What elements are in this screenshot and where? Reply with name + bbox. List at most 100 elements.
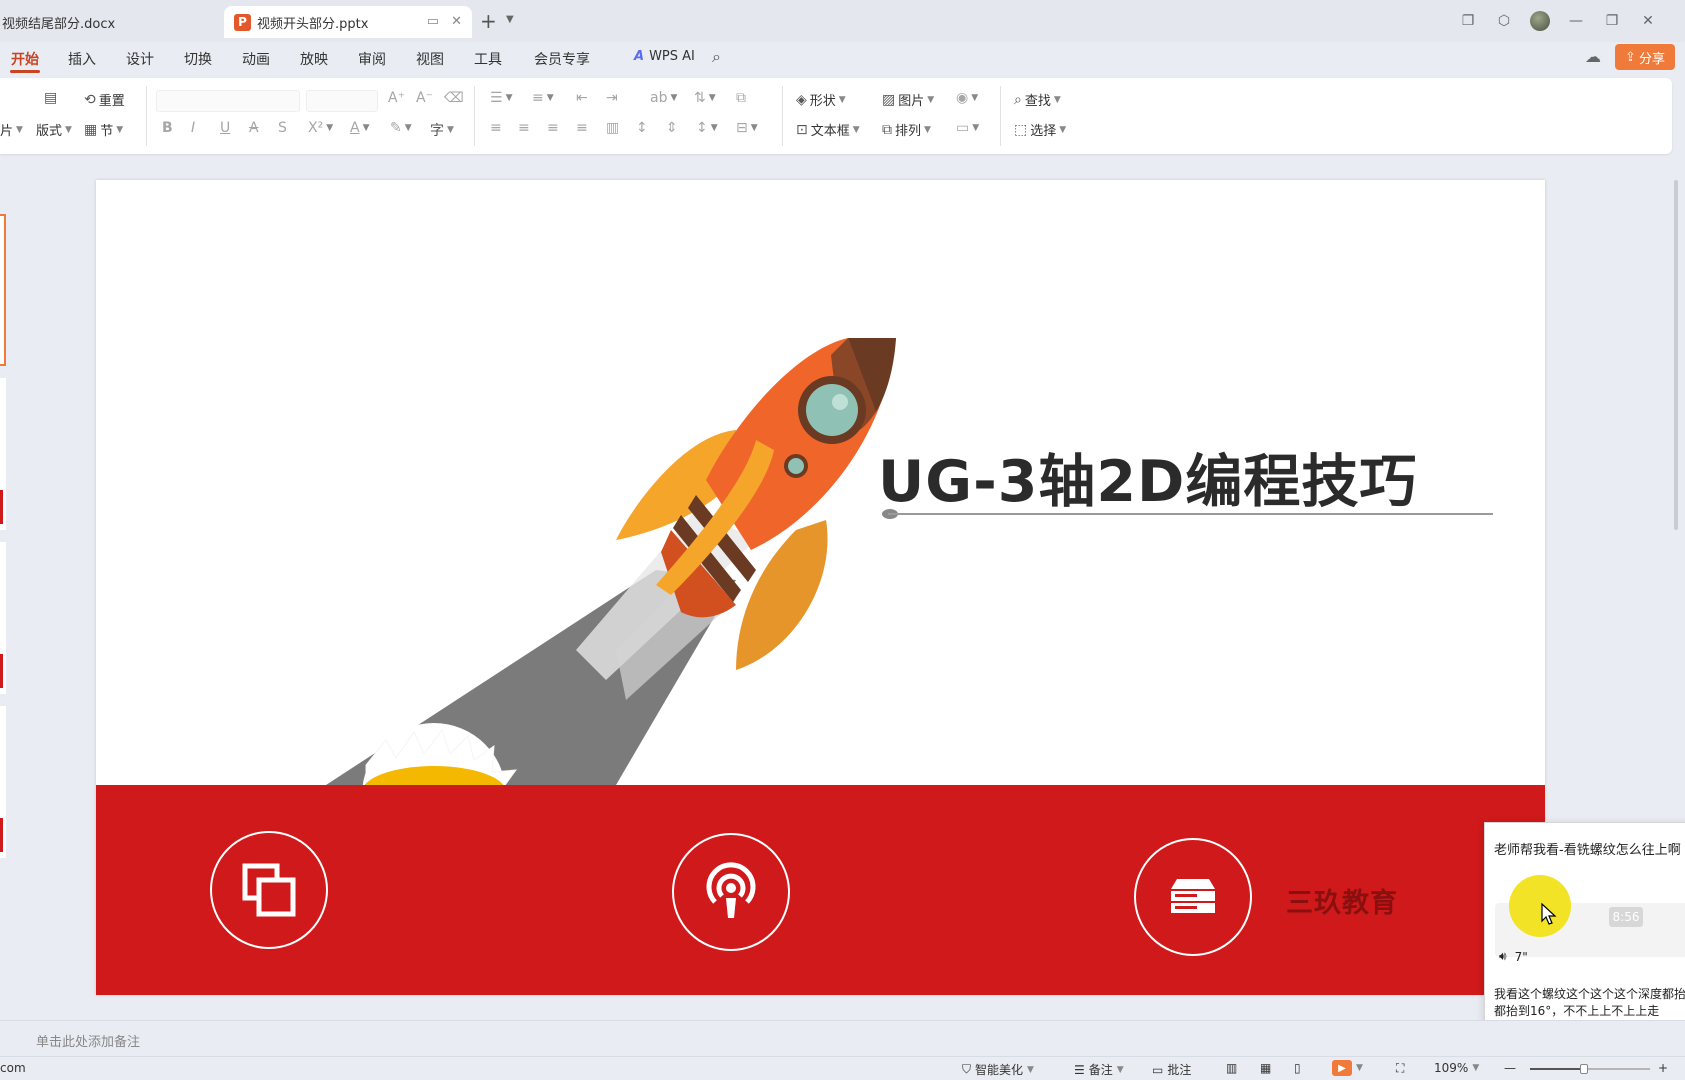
zoom-slider[interactable] <box>1530 1064 1650 1074</box>
zoom-slider-handle[interactable] <box>1580 1064 1588 1074</box>
chat-popup[interactable]: 老师帮我看-看铣螺纹怎么往上啊 8:56 🔊︎ 7" 我看这个螺纹这个这个这个深… <box>1484 822 1685 1040</box>
numbered-list-icon[interactable]: ≡ ▼ <box>532 90 554 106</box>
menu-home[interactable]: 开始 <box>11 49 39 69</box>
reset-button[interactable]: ⟲ 重置 <box>84 90 125 110</box>
menu-review[interactable]: 审阅 <box>358 49 386 69</box>
minimize-icon[interactable]: — <box>1558 10 1594 32</box>
section-button[interactable]: ▦ 节 ▼ <box>84 120 123 140</box>
find-button[interactable]: ⌕ 查找 ▼ <box>1014 90 1061 110</box>
spacing-menu-icon[interactable]: ↕ ▼ <box>696 120 718 136</box>
cloud-upload-icon[interactable]: ☁ <box>1585 47 1601 66</box>
fit-window-icon[interactable]: ⛶ <box>1396 1061 1404 1076</box>
play-icon: ▶ <box>1332 1060 1352 1076</box>
grid-view-icon[interactable]: ▦ <box>1260 1061 1271 1075</box>
chat-question: 老师帮我看-看铣螺纹怎么往上啊 <box>1494 843 1681 858</box>
copy-icon <box>210 831 328 949</box>
sort-icon[interactable]: ⇅ ▼ <box>694 90 716 106</box>
slide-canvas[interactable]: UG-3轴2D编程技巧 三玖教育 <box>96 180 1545 995</box>
text-direction-icon[interactable]: ab ▼ <box>650 90 677 106</box>
slide-button[interactable]: 片 ▼ <box>0 120 23 139</box>
textbox-button[interactable]: ⊡ 文本框 ▼ <box>796 120 860 140</box>
menu-animation[interactable]: 动画 <box>242 49 270 69</box>
picture-button[interactable]: ▨ 图片 ▼ <box>882 90 934 110</box>
italic-icon[interactable]: I <box>191 120 195 136</box>
fill-icon[interactable]: ◉ ▼ <box>956 90 978 106</box>
menu-view[interactable]: 视图 <box>416 49 444 69</box>
bullet-list-icon[interactable]: ☰ ▼ <box>490 90 512 106</box>
voice-duration: 7" <box>1514 949 1528 964</box>
section-icon: ▦ <box>84 121 98 138</box>
clear-format-icon[interactable]: ⌫ <box>444 90 464 106</box>
chevron-down-icon[interactable]: ▼ <box>506 14 514 25</box>
tab-pptx[interactable]: P 视频开头部分.pptx ▭ ✕ <box>224 6 472 38</box>
zoom-out-icon[interactable]: — <box>1504 1061 1516 1075</box>
vertical-scrollbar[interactable] <box>1670 160 1682 1020</box>
menu-insert[interactable]: 插入 <box>68 49 96 69</box>
shape-button[interactable]: ◈ 形状 ▼ <box>796 90 846 110</box>
divider <box>146 86 147 146</box>
thumbnail-2[interactable] <box>0 378 6 530</box>
screen-icon[interactable]: ▭ <box>427 14 439 29</box>
wps-ai-button[interactable]: A WPS AI <box>634 49 695 64</box>
justify-icon[interactable]: ≡ <box>576 120 588 136</box>
superscript-icon[interactable]: X² ▼ <box>308 120 333 136</box>
tab-docx[interactable]: 视频结尾部分.docx <box>0 6 218 38</box>
thumbnail-3[interactable] <box>0 542 6 694</box>
line-spacing-icon[interactable]: ↕ <box>636 120 648 136</box>
align-left-icon[interactable]: ≡ <box>490 120 502 136</box>
zoom-level[interactable]: 109% ▼ <box>1434 1061 1479 1075</box>
normal-view-icon[interactable]: ▥ <box>1226 1061 1237 1075</box>
menu-tools[interactable]: 工具 <box>474 49 502 69</box>
menu-slideshow[interactable]: 放映 <box>300 49 328 69</box>
new-slide-icon[interactable]: ▤ <box>44 90 57 106</box>
increase-font-icon[interactable]: A⁺ <box>388 90 405 106</box>
increase-indent-icon[interactable]: ⇥ <box>606 90 618 106</box>
share-button[interactable]: ⇪ 分享 <box>1615 44 1675 70</box>
align-right-icon[interactable]: ≡ <box>547 120 559 136</box>
convert-icon[interactable]: ⧉ <box>736 90 746 106</box>
multi-window-icon[interactable]: ❐ <box>1450 10 1486 32</box>
zoom-in-icon[interactable]: + <box>1658 1061 1668 1075</box>
shadow-icon[interactable]: S <box>278 120 287 136</box>
text-align-icon[interactable]: ⊟ ▼ <box>736 120 758 136</box>
notes-toggle-button[interactable]: ☰ 备注 ▼ <box>1074 1061 1124 1078</box>
cube-icon[interactable]: ⬡ <box>1486 10 1522 32</box>
decrease-font-icon[interactable]: A⁻ <box>416 90 433 106</box>
font-name-select[interactable] <box>156 90 300 112</box>
menu-design[interactable]: 设计 <box>126 49 154 69</box>
highlight-icon[interactable]: ✎ ▼ <box>390 120 412 136</box>
notes-pane[interactable]: 单击此处添加备注 <box>0 1020 1685 1056</box>
arrange-button[interactable]: ⧉ 排列 ▼ <box>882 120 931 140</box>
layout-button[interactable]: 版式 ▼ <box>36 120 72 139</box>
close-window-icon[interactable]: ✕ <box>1630 10 1666 32</box>
columns-icon[interactable]: ▥ <box>606 120 619 136</box>
select-button[interactable]: ⬚ 选择 ▼ <box>1014 120 1066 140</box>
voice-duration-row[interactable]: 🔊︎ 7" <box>1499 949 1528 964</box>
font-color-icon[interactable]: A ▼ <box>350 120 370 136</box>
underline-icon[interactable]: U <box>220 120 230 136</box>
menu-transition[interactable]: 切换 <box>184 49 212 69</box>
bold-icon[interactable]: B <box>162 120 173 136</box>
thumbnail-4[interactable] <box>0 706 6 858</box>
decrease-indent-icon[interactable]: ⇤ <box>576 90 588 106</box>
scrollbar-thumb[interactable] <box>1674 180 1678 530</box>
divider <box>782 86 783 146</box>
pinyin-icon[interactable]: 字 ▼ <box>430 120 454 140</box>
menu-member[interactable]: 会员专享 <box>534 49 590 69</box>
strikethrough-icon[interactable]: A <box>249 120 259 136</box>
thumbnail-1[interactable] <box>0 214 6 366</box>
smart-beautify-button[interactable]: ⛉ 智能美化 ▼ <box>962 1061 1034 1078</box>
restore-icon[interactable]: ❐ <box>1594 10 1630 32</box>
search-icon[interactable]: ⌕ <box>712 47 721 67</box>
avatar[interactable] <box>1530 11 1550 31</box>
play-slideshow-button[interactable]: ▶ ▼ <box>1332 1060 1363 1076</box>
reading-view-icon[interactable]: ▯ <box>1294 1061 1301 1075</box>
font-size-select[interactable] <box>306 90 378 112</box>
new-tab-icon[interactable]: + <box>480 9 497 33</box>
picture-icon: ▨ <box>882 91 896 108</box>
align-center-icon[interactable]: ≡ <box>518 120 530 136</box>
comment-button[interactable]: ▭ 批注 <box>1152 1061 1191 1078</box>
paragraph-spacing-icon[interactable]: ⇕ <box>666 120 678 136</box>
outline-icon[interactable]: ▭ ▼ <box>956 120 979 136</box>
close-tab-icon[interactable]: ✕ <box>451 14 462 29</box>
